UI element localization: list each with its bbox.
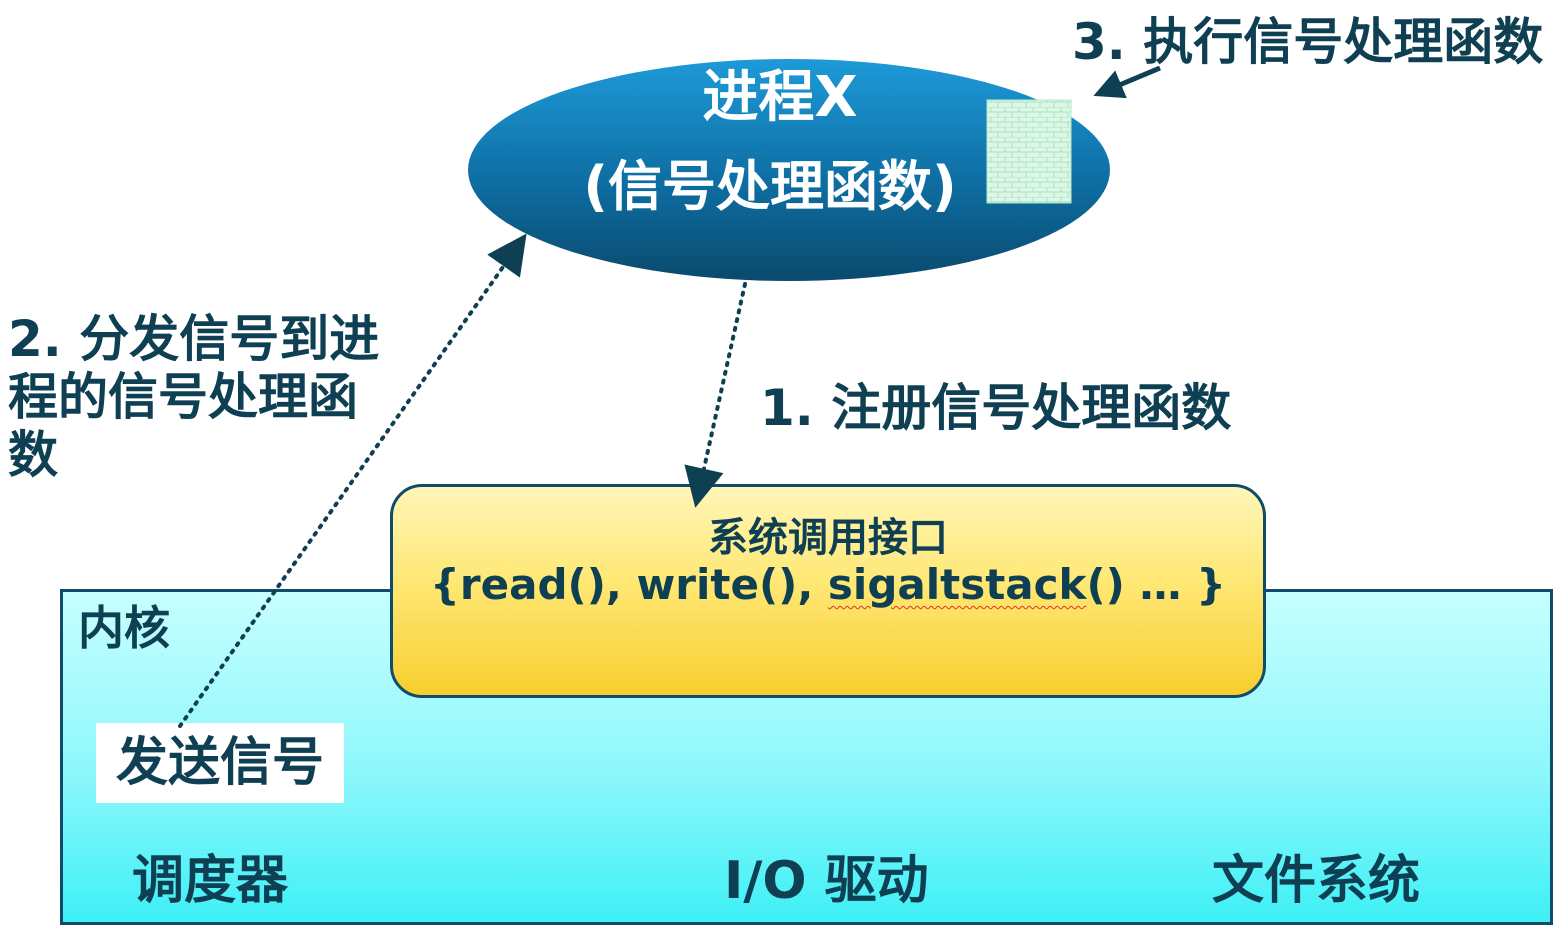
syscall-function-sigaltstack: sigaltstack — [827, 560, 1087, 609]
step1-label: 1. 注册信号处理函数 — [760, 379, 1232, 437]
send-signal-label: 发送信号 — [96, 723, 344, 803]
scheduler-label: 调度器 — [132, 851, 289, 911]
process-title: 进程X — [702, 65, 858, 130]
kernel-label: 内核 — [78, 601, 170, 655]
register-handler-arrow — [684, 282, 747, 508]
process-subtitle: (信号处理函数) — [583, 155, 957, 218]
io-driver-label: I/O 驱动 — [724, 851, 929, 911]
syscall-functions-suffix: () … } — [1086, 560, 1226, 609]
file-system-label: 文件系统 — [1212, 851, 1421, 911]
step2-label: 2. 分发信号到进程的信号处理函数 — [8, 310, 380, 484]
syscall-interface-title: 系统调用接口 — [708, 515, 948, 561]
syscall-functions-prefix: {read(), write(), — [430, 560, 828, 609]
step3-label: 3. 执行信号处理函数 — [1072, 13, 1544, 71]
syscall-function-list: {read(), write(), sigaltstack() … } — [390, 560, 1266, 609]
